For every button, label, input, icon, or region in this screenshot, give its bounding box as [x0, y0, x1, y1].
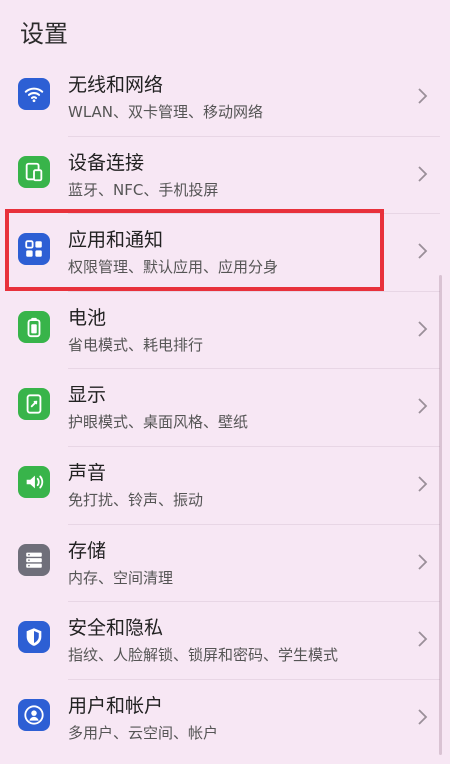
settings-item-title: 声音	[68, 461, 107, 484]
user-icon	[18, 698, 50, 731]
chevron-right-icon	[414, 550, 430, 574]
settings-item-subtitle: 多用户、云空间、帐户	[68, 723, 219, 742]
chevron-right-icon	[414, 239, 430, 263]
highlight-box	[5, 209, 384, 291]
chevron-right-icon	[414, 705, 430, 729]
settings-item-subtitle: WLAN、双卡管理、移动网络	[68, 103, 264, 121]
chevron-right-icon	[414, 394, 430, 418]
battery-icon	[18, 310, 50, 343]
settings-item-title: 存储	[68, 539, 107, 562]
chevron-right-icon	[414, 317, 430, 341]
settings-item-subtitle: 内存、空间清理	[68, 568, 174, 587]
settings-item-title: 无线和网络	[68, 74, 164, 96]
shield-icon	[18, 621, 50, 654]
chevron-right-icon	[414, 162, 430, 186]
settings-item-security-privacy[interactable]: 安全和隐私 指纹、人脸解锁、锁屏和密码、学生模式	[0, 601, 450, 679]
chevron-right-icon	[414, 84, 430, 108]
settings-item-subtitle: 蓝牙、NFC、手机投屏	[68, 180, 219, 199]
settings-list: 无线和网络 WLAN、双卡管理、移动网络 设备连接 蓝牙、NFC、手机投屏 应用…	[0, 58, 450, 756]
display-icon	[18, 388, 50, 421]
settings-item-subtitle: 免打扰、铃声、振动	[68, 490, 204, 509]
chevron-right-icon	[414, 627, 430, 651]
settings-item-subtitle: 护眼模式、桌面风格、壁纸	[68, 413, 249, 432]
settings-item-sound[interactable]: 声音 免打扰、铃声、振动	[0, 445, 450, 524]
wifi-icon	[18, 78, 50, 110]
settings-item-title: 安全和隐私	[68, 617, 164, 640]
settings-item-device-connection[interactable]: 设备连接 蓝牙、NFC、手机投屏	[0, 135, 450, 214]
settings-item-wireless-network[interactable]: 无线和网络 WLAN、双卡管理、移动网络	[0, 58, 450, 136]
settings-item-users-accounts[interactable]: 用户和帐户 多用户、云空间、帐户	[0, 678, 450, 757]
scrollbar[interactable]	[439, 275, 442, 755]
settings-item-storage[interactable]: 存储 内存、空间清理	[0, 523, 450, 602]
page-title: 设置	[20, 20, 68, 48]
settings-item-title: 显示	[68, 384, 107, 407]
device-connect-icon	[18, 155, 50, 188]
settings-item-title: 设备连接	[68, 151, 145, 174]
settings-item-battery[interactable]: 电池 省电模式、耗电排行	[0, 290, 450, 369]
settings-item-title: 电池	[68, 306, 107, 329]
storage-icon	[18, 543, 50, 576]
sound-icon	[18, 465, 50, 498]
header: 设置	[0, 0, 450, 58]
chevron-right-icon	[414, 472, 430, 496]
settings-item-title: 用户和帐户	[68, 694, 164, 717]
settings-item-display[interactable]: 显示 护眼模式、桌面风格、壁纸	[0, 368, 450, 446]
settings-item-subtitle: 省电模式、耗电排行	[68, 335, 204, 354]
settings-item-subtitle: 指纹、人脸解锁、锁屏和密码、学生模式	[68, 646, 339, 665]
